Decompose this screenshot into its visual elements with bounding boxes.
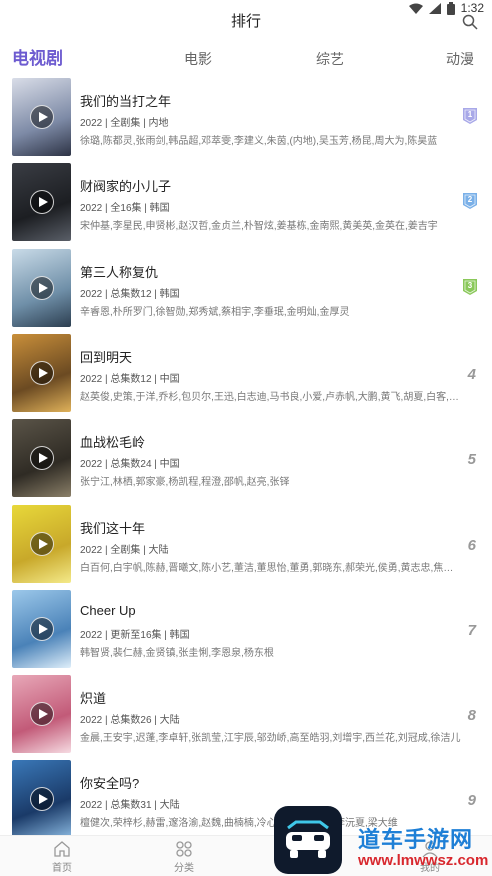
play-icon[interactable] — [30, 446, 54, 471]
ranking-list: 我们的当打之年 2022 | 全剧集 | 内地徐璐,陈都灵,张雨剑,韩品超,邓萃雯… — [0, 78, 492, 835]
item-title[interactable]: 我们的当打之年 — [80, 91, 171, 110]
list-item[interactable]: 我们的当打之年 2022 | 全剧集 | 内地徐璐,陈都灵,张雨剑,韩品超,邓萃雯… — [0, 78, 492, 163]
home-icon — [54, 841, 70, 857]
play-icon[interactable] — [30, 360, 54, 385]
nav-home-label: 首页 — [52, 863, 72, 874]
rank-number: 3 — [467, 280, 473, 290]
item-title[interactable]: 财阀家的小儿子 — [80, 176, 171, 195]
item-meta: 2022 | 总集数12 | 韩国 — [80, 288, 180, 300]
page-title: 排行 — [230, 13, 261, 30]
list-item[interactable]: 回到明天 2022 | 总集数12 | 中国赵英俊,史策,于洋,乔杉,包贝尔,王迅… — [0, 333, 492, 419]
item-title[interactable]: Cheer Up — [80, 603, 136, 618]
rank-medal-icon: 3 — [462, 278, 478, 296]
rank-number: 5 — [467, 451, 476, 469]
car-logo-icon — [274, 806, 342, 874]
poster-thumbnail[interactable] — [12, 78, 71, 156]
item-cast: 赵英俊,史策,于洋,乔杉,包贝尔,王迅,白志迪,马书良,小爱,卢赤帆,大鹏,黄飞… — [80, 391, 462, 403]
nav-category[interactable]: 分类 — [154, 840, 214, 874]
item-meta: 2022 | 总集数31 | 大陆 — [80, 800, 180, 812]
item-meta: 2022 | 全剧集 | 大陆 — [80, 544, 169, 556]
item-meta: 2022 | 更新至16集 | 韩国 — [80, 629, 190, 641]
poster-thumbnail[interactable] — [12, 163, 71, 242]
nav-category-label: 分类 — [174, 863, 194, 874]
list-item[interactable]: Cheer Up 2022 | 更新至16集 | 韩国韩智贤,裴仁赫,金贤镇,张圭… — [0, 589, 492, 675]
play-icon[interactable] — [30, 702, 54, 727]
item-title[interactable]: 我们这十年 — [80, 518, 145, 537]
poster-thumbnail[interactable] — [12, 248, 71, 327]
item-title[interactable]: 炽道 — [80, 688, 106, 707]
play-icon[interactable] — [30, 616, 54, 641]
item-meta: 2022 | 总集数26 | 大陆 — [80, 715, 180, 727]
list-item[interactable]: 财阀家的小儿子 2022 | 全16集 | 韩国宋仲基,李星民,申贤彬,赵汉哲,金… — [0, 163, 492, 248]
watermark-name: 道车手游网 — [358, 827, 474, 852]
item-cast: 徐璐,陈都灵,张雨剑,韩品超,邓萃雯,李建义,朱茵,(内地),吴玉芳,杨昆,周大… — [80, 136, 438, 147]
list-item[interactable]: 炽道 2022 | 总集数26 | 大陆金晨,王安宇,迟蓬,李卓轩,张凯莹,江宇辰… — [0, 675, 492, 760]
rank-number: 8 — [467, 707, 476, 725]
rank-number: 1 — [467, 110, 473, 119]
poster-thumbnail[interactable] — [12, 589, 71, 668]
tab-anime[interactable]: 动漫 — [446, 44, 474, 74]
play-icon[interactable] — [30, 190, 54, 215]
rank-medal-icon: 2 — [462, 192, 478, 210]
item-cast: 张宁江,林栖,郭家豪,杨凯程,程澄,邵帆,赵亮,张铎 — [80, 477, 290, 489]
grid-icon — [176, 841, 192, 857]
play-icon[interactable] — [30, 531, 54, 556]
item-cast: 金晨,王安宇,迟蓬,李卓轩,张凯莹,江宇辰,邬劲峤,高至皓羽,刘增宇,西兰花,刘… — [80, 733, 461, 745]
search-button[interactable] — [460, 12, 480, 32]
top-bar: 排行 — [0, 10, 492, 36]
tab-movies[interactable]: 电影 — [184, 44, 212, 74]
tab-variety[interactable]: 综艺 — [316, 44, 344, 74]
category-tabs: 电视剧 电影 综艺 动漫 — [0, 44, 492, 78]
item-cast: 辛睿恩,朴所罗门,徐智勋,郑秀斌,蔡相宇,李垂珉,金明灿,金厚灵 — [80, 306, 350, 318]
item-meta: 2022 | 全剧集 | 内地 — [80, 118, 169, 129]
item-title[interactable]: 第三人称复仇 — [80, 262, 158, 281]
play-icon[interactable] — [30, 787, 54, 812]
list-item[interactable]: 血战松毛岭 2022 | 总集数24 | 中国张宁江,林栖,郭家豪,杨凯程,程澄,… — [0, 419, 492, 504]
item-cast: 韩智贤,裴仁赫,金贤镇,张圭悧,李恩泉,杨东根 — [80, 647, 274, 659]
item-title[interactable]: 血战松毛岭 — [80, 432, 145, 451]
item-title[interactable]: 你安全吗? — [80, 773, 139, 792]
poster-thumbnail[interactable] — [12, 419, 71, 498]
item-meta: 2022 | 总集数12 | 中国 — [80, 373, 180, 385]
list-item[interactable]: 我们这十年 2022 | 全剧集 | 大陆白百何,白宇帆,陈赫,晋曦文,陈小艺,董… — [0, 504, 492, 590]
poster-thumbnail[interactable] — [12, 504, 71, 583]
play-icon[interactable] — [30, 275, 54, 300]
tab-tv-series[interactable]: 电视剧 — [12, 44, 63, 74]
item-cast: 宋仲基,李星民,申贤彬,赵汉哲,金贞兰,朴智炫,姜基栋,金南熙,黄美英,金英在,… — [80, 221, 438, 233]
poster-thumbnail[interactable] — [12, 675, 71, 754]
rank-medal-icon: 1 — [462, 107, 478, 125]
list-item[interactable]: 第三人称复仇 2022 | 总集数12 | 韩国辛睿恩,朴所罗门,徐智勋,郑秀斌,… — [0, 248, 492, 334]
nav-home[interactable]: 首页 — [32, 840, 92, 874]
poster-thumbnail[interactable] — [12, 760, 71, 835]
poster-thumbnail[interactable] — [12, 333, 71, 412]
item-meta: 2022 | 总集数24 | 中国 — [80, 459, 180, 471]
play-icon[interactable] — [30, 105, 54, 129]
rank-number: 6 — [467, 536, 476, 554]
watermark: 道车手游网 www.lmwwsz.com — [272, 806, 492, 876]
item-cast: 白百何,白宇帆,陈赫,晋曦文,陈小艺,董洁,董思怡,董勇,郭晓东,郝荣光,侯勇,… — [80, 562, 462, 574]
watermark-url: www.lmwwsz.com — [358, 852, 489, 869]
rank-number: 7 — [467, 621, 476, 639]
item-title[interactable]: 回到明天 — [80, 347, 132, 366]
item-meta: 2022 | 全16集 | 韩国 — [80, 203, 170, 215]
rank-number: 2 — [467, 195, 473, 205]
search-icon — [462, 14, 478, 30]
rank-number: 4 — [467, 365, 476, 383]
